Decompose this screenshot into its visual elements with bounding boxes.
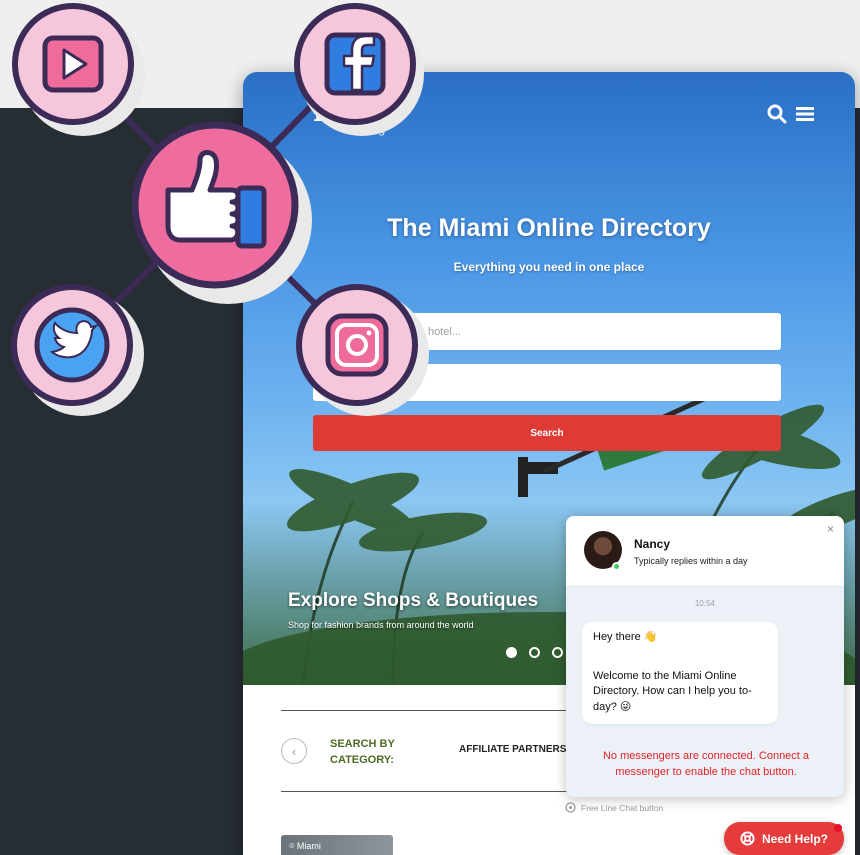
search-location-input[interactable] bbox=[313, 364, 781, 401]
chat-warning: No messengers are connected. Connect a m… bbox=[602, 750, 810, 778]
chat-message-bubble: Hey there 👋 Welcome to the Miami Online … bbox=[582, 622, 778, 724]
hamburger-menu-icon[interactable] bbox=[795, 104, 815, 124]
chevron-left-icon[interactable]: ‹ bbox=[281, 738, 307, 764]
chat-greeting: Hey there 👋 bbox=[593, 631, 658, 643]
logo-dot: . bbox=[324, 94, 335, 129]
slider-dot[interactable] bbox=[529, 647, 540, 658]
slide-subtitle: Shop for fashion brands from around the … bbox=[288, 620, 474, 630]
need-help-label: Need Help? bbox=[761, 831, 828, 846]
free-chat-label: Free Line Chat button bbox=[581, 802, 664, 813]
lifebuoy-icon bbox=[740, 831, 755, 846]
need-help-button[interactable]: Need Help? bbox=[724, 822, 844, 855]
listing-card-thumbnail[interactable]: ⌾ Miami bbox=[281, 835, 393, 855]
close-icon[interactable]: × bbox=[827, 522, 834, 536]
category-label: SEARCH BY CATEGORY: bbox=[330, 738, 395, 766]
slider-dot[interactable] bbox=[552, 647, 563, 658]
agent-status: Typically replies within a day bbox=[634, 556, 748, 566]
hero-subtitle: Everything you need in one place bbox=[453, 260, 645, 274]
agent-name: Nancy bbox=[634, 537, 671, 551]
chat-popup: Nancy Typically replies within a day × 1… bbox=[566, 516, 844, 797]
slider-dot[interactable] bbox=[506, 647, 517, 658]
free-chat-credit[interactable]: Free Line Chat button bbox=[565, 802, 663, 813]
search-keyword-input[interactable] bbox=[313, 313, 781, 350]
listing-location: Miami bbox=[296, 841, 321, 851]
slide-title: Explore Shops & Boutiques bbox=[288, 590, 539, 611]
site-logo[interactable]: ı. bbox=[313, 94, 335, 129]
logo-tagline: hing bbox=[361, 122, 386, 136]
category-item-affiliate-partners[interactable]: AFFILIATE PARTNERS bbox=[459, 744, 566, 755]
message-timestamp: 10:54 bbox=[694, 599, 716, 608]
search-icon[interactable] bbox=[767, 104, 787, 124]
notification-dot bbox=[834, 824, 842, 832]
slider-dots bbox=[506, 647, 563, 658]
logo-text: ı bbox=[313, 94, 325, 129]
chat-logo-icon bbox=[565, 802, 576, 813]
chat-message: Welcome to the Miami Online Directory. H… bbox=[593, 669, 752, 713]
search-button[interactable]: Search bbox=[313, 415, 781, 451]
hero-title: The Miami Online Directory bbox=[387, 214, 711, 242]
location-pin-icon: ⌾ bbox=[289, 841, 295, 851]
header-icons bbox=[767, 104, 815, 124]
online-status-icon bbox=[612, 562, 621, 571]
chat-header: Nancy Typically replies within a day × bbox=[566, 516, 844, 587]
